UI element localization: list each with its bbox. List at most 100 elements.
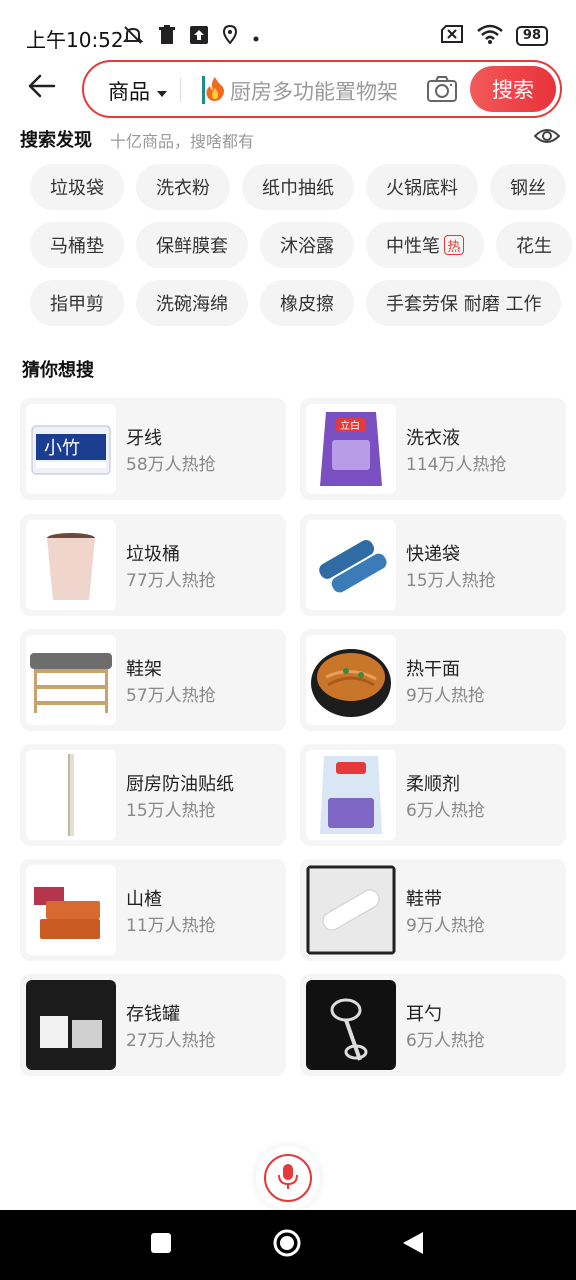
discover-subtitle: 十亿商品，搜啥都有 xyxy=(110,132,255,151)
voice-button-ring xyxy=(264,1154,312,1202)
product-image: 小竹 xyxy=(26,404,116,494)
card-hot-count: 15万人热抢 xyxy=(126,801,216,821)
tag-chip[interactable]: 火锅底料 xyxy=(366,164,478,210)
product-image xyxy=(306,635,396,725)
status-bar: 上午10:52 98 xyxy=(0,0,576,64)
caret-down-icon xyxy=(156,79,168,103)
home-button[interactable] xyxy=(270,1228,304,1262)
microphone-icon xyxy=(277,1162,299,1194)
tag-chip[interactable]: 沐浴露 xyxy=(260,222,354,268)
search-header: 商品 厨房多功能置物架 搜索 xyxy=(0,58,576,120)
card-hot-count: 58万人热抢 xyxy=(126,455,216,475)
tag-row: 指甲剪 洗碗海绵 橡皮擦 手套劳保 耐磨 工作 xyxy=(30,280,562,326)
battery-indicator: 98 xyxy=(515,26,548,46)
tag-chip[interactable]: 保鲜膜套 xyxy=(136,222,248,268)
guess-card[interactable]: 鞋带 9万人热抢 xyxy=(300,859,566,961)
card-hot-count: 9万人热抢 xyxy=(406,916,485,936)
trash-icon xyxy=(158,25,176,50)
card-title: 山楂 xyxy=(126,889,162,910)
card-title: 厨房防油贴纸 xyxy=(126,774,234,795)
tag-chip[interactable]: 橡皮擦 xyxy=(260,280,354,326)
tag-chip[interactable]: 马桶垫 xyxy=(30,222,124,268)
tag-chip[interactable]: 中性笔热 xyxy=(366,222,484,268)
guess-title: 猜你想搜 xyxy=(22,360,94,381)
fire-icon xyxy=(204,76,226,108)
tag-chip[interactable]: 指甲剪 xyxy=(30,280,124,326)
card-title: 牙线 xyxy=(126,428,162,449)
tag-row: 马桶垫 保鲜膜套 沐浴露 中性笔热 花生 xyxy=(30,222,572,268)
back-nav-button[interactable] xyxy=(396,1228,430,1262)
guess-card[interactable]: 小竹 牙线 58万人热抢 xyxy=(20,398,286,500)
discover-tags: 垃圾袋 洗衣粉 纸巾抽纸 火锅底料 钢丝 马桶垫 保鲜膜套 沐浴露 中性笔热 花… xyxy=(30,164,576,334)
dot-icon xyxy=(252,27,260,48)
location-icon xyxy=(222,24,238,50)
tag-chip[interactable]: 洗碗海绵 xyxy=(136,280,248,326)
card-hot-count: 15万人热抢 xyxy=(406,571,496,591)
product-image xyxy=(306,750,396,840)
search-button[interactable]: 搜索 xyxy=(470,66,556,112)
card-title: 耳勺 xyxy=(406,1004,442,1025)
card-hot-count: 57万人热抢 xyxy=(126,686,216,706)
product-image xyxy=(306,980,396,1070)
divider xyxy=(180,78,181,102)
svg-text:小竹: 小竹 xyxy=(44,438,80,459)
product-image xyxy=(26,635,116,725)
back-button[interactable] xyxy=(22,68,62,108)
card-hot-count: 6万人热抢 xyxy=(406,801,485,821)
sim-off-icon xyxy=(440,24,464,48)
product-image xyxy=(306,865,396,955)
search-input[interactable]: 厨房多功能置物架 xyxy=(230,76,398,106)
guess-card[interactable]: 柔顺剂 6万人热抢 xyxy=(300,744,566,846)
search-box: 商品 厨房多功能置物架 搜索 xyxy=(82,60,562,118)
search-discover-header: 搜索发现 十亿商品，搜啥都有 xyxy=(20,124,561,152)
system-nav-bar xyxy=(0,1210,576,1280)
card-title: 快递袋 xyxy=(406,544,460,565)
tag-chip[interactable]: 手套劳保 耐磨 工作 xyxy=(366,280,562,326)
card-title: 柔顺剂 xyxy=(406,774,460,795)
tag-chip[interactable]: 花生 xyxy=(496,222,572,268)
mute-icon xyxy=(122,24,144,51)
status-right: 98 xyxy=(440,24,548,48)
arrow-left-icon xyxy=(28,74,56,102)
product-image xyxy=(306,520,396,610)
upload-icon xyxy=(190,26,208,49)
product-image xyxy=(26,865,116,955)
tag-row: 垃圾袋 洗衣粉 纸巾抽纸 火锅底料 钢丝 xyxy=(30,164,566,210)
tag-chip[interactable]: 垃圾袋 xyxy=(30,164,124,210)
hot-badge: 热 xyxy=(444,235,464,255)
recents-button[interactable] xyxy=(144,1228,178,1262)
guess-card[interactable]: 立白 洗衣液 114万人热抢 xyxy=(300,398,566,500)
product-image xyxy=(26,750,116,840)
product-image: 立白 xyxy=(306,404,396,494)
card-title: 鞋带 xyxy=(406,889,442,910)
tag-chip[interactable]: 钢丝 xyxy=(490,164,566,210)
eye-icon[interactable] xyxy=(533,126,561,148)
product-image xyxy=(26,520,116,610)
guess-card[interactable]: 存钱罐 27万人热抢 xyxy=(20,974,286,1076)
tag-chip[interactable]: 洗衣粉 xyxy=(136,164,230,210)
guess-card[interactable]: 快递袋 15万人热抢 xyxy=(300,514,566,616)
card-title: 垃圾桶 xyxy=(126,544,180,565)
guess-card[interactable]: 鞋架 57万人热抢 xyxy=(20,629,286,731)
status-notification-icons xyxy=(122,24,260,51)
category-dropdown[interactable]: 商品 xyxy=(108,76,168,106)
guess-card[interactable]: 热干面 9万人热抢 xyxy=(300,629,566,731)
card-title: 洗衣液 xyxy=(406,428,460,449)
guess-card[interactable]: 山楂 11万人热抢 xyxy=(20,859,286,961)
card-hot-count: 77万人热抢 xyxy=(126,571,216,591)
card-hot-count: 9万人热抢 xyxy=(406,686,485,706)
guess-card[interactable]: 耳勺 6万人热抢 xyxy=(300,974,566,1076)
camera-icon[interactable] xyxy=(426,74,458,106)
discover-title: 搜索发现 xyxy=(20,130,92,151)
tag-chip[interactable]: 纸巾抽纸 xyxy=(242,164,354,210)
triangle-back-icon xyxy=(401,1230,425,1260)
svg-text:立白: 立白 xyxy=(340,419,360,432)
card-hot-count: 11万人热抢 xyxy=(126,916,216,936)
voice-search-button[interactable] xyxy=(256,1146,320,1210)
card-title: 存钱罐 xyxy=(126,1004,180,1025)
guess-card[interactable]: 厨房防油贴纸 15万人热抢 xyxy=(20,744,286,846)
card-hot-count: 114万人热抢 xyxy=(406,455,507,475)
category-label: 商品 xyxy=(108,80,150,104)
guess-card[interactable]: 垃圾桶 77万人热抢 xyxy=(20,514,286,616)
card-title: 鞋架 xyxy=(126,659,162,680)
